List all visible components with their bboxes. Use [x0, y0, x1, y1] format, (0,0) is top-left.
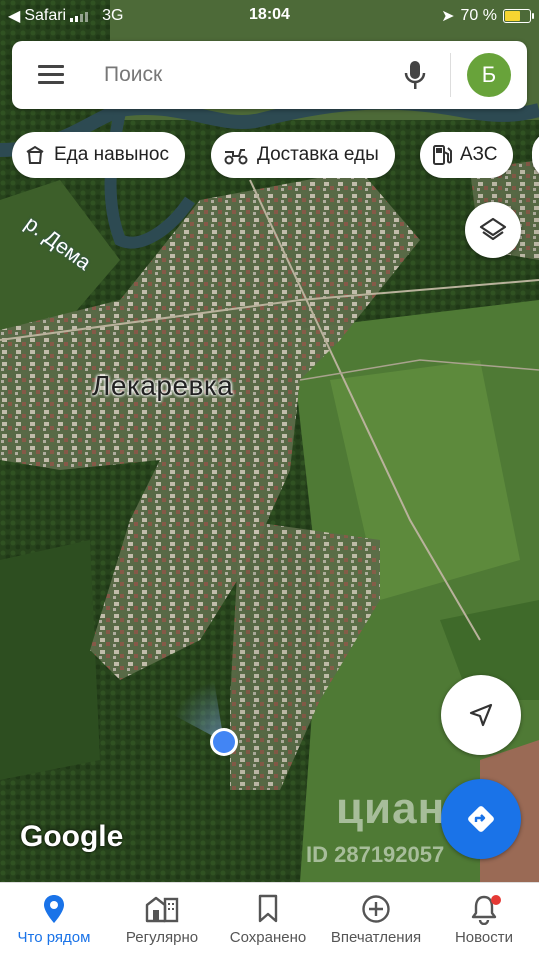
tab-commute[interactable]: Регулярно — [108, 883, 216, 961]
tab-saved-label: Сохранено — [229, 929, 307, 946]
location-arrow-icon: ➤ — [441, 8, 455, 25]
chip-more[interactable] — [532, 132, 539, 178]
chip-gas-station-label: АЗС — [460, 144, 498, 165]
notification-badge — [491, 895, 501, 905]
place-pin-icon — [44, 895, 64, 923]
tab-updates-label: Новости — [454, 929, 514, 946]
tab-saved[interactable]: Сохранено — [214, 883, 322, 961]
chip-gas-station[interactable]: АЗС — [420, 132, 514, 178]
status-bar: ◀ Safari 3G 18:04 ➤ 70 % — [0, 0, 539, 32]
chip-food-delivery[interactable]: Доставка еды — [211, 132, 395, 178]
category-chips: Еда навынос Доставка еды АЗС — [12, 132, 539, 178]
add-circle-icon — [362, 895, 390, 923]
bookmark-icon — [258, 894, 278, 923]
menu-icon[interactable] — [38, 65, 64, 85]
directions-button[interactable] — [441, 779, 521, 859]
bottom-tab-bar: Что рядом Регулярно Сохранено Впечатлени… — [0, 882, 539, 961]
my-location-button[interactable] — [441, 675, 521, 755]
tab-contribute-label: Впечатления — [330, 929, 422, 946]
directions-icon — [468, 806, 494, 832]
search-bar[interactable]: Поиск Б — [12, 41, 527, 109]
tab-updates[interactable]: Новости — [430, 883, 538, 961]
cian-watermark: циан ID 287192057 — [276, 784, 446, 867]
watermark-id: ID 287192057 — [306, 842, 445, 867]
gas-station-icon — [433, 145, 452, 165]
search-input[interactable]: Поиск — [104, 63, 162, 87]
avatar[interactable]: Б — [467, 53, 511, 97]
delivery-scooter-icon — [224, 149, 248, 165]
place-label[interactable]: Лекаревка — [92, 370, 233, 402]
chip-takeout[interactable]: Еда навынос — [12, 132, 185, 178]
commute-icon — [145, 896, 179, 923]
layers-icon — [479, 217, 507, 241]
tab-commute-label: Регулярно — [125, 929, 199, 946]
watermark-brand: циан — [336, 784, 446, 833]
battery-icon — [503, 9, 534, 23]
microphone-icon[interactable] — [402, 59, 428, 91]
search-divider — [450, 53, 451, 97]
battery-percent: 70 % — [460, 7, 497, 24]
layers-button[interactable] — [465, 202, 521, 258]
chip-food-delivery-label: Доставка еды — [257, 144, 379, 165]
navigation-arrow-icon — [469, 703, 493, 727]
tab-explore[interactable]: Что рядом — [0, 883, 108, 961]
google-attribution: Google — [20, 820, 124, 853]
tab-contribute[interactable]: Впечатления — [322, 883, 430, 961]
takeout-icon — [26, 145, 44, 164]
tab-explore-label: Что рядом — [17, 929, 91, 946]
chip-takeout-label: Еда навынос — [54, 144, 169, 165]
